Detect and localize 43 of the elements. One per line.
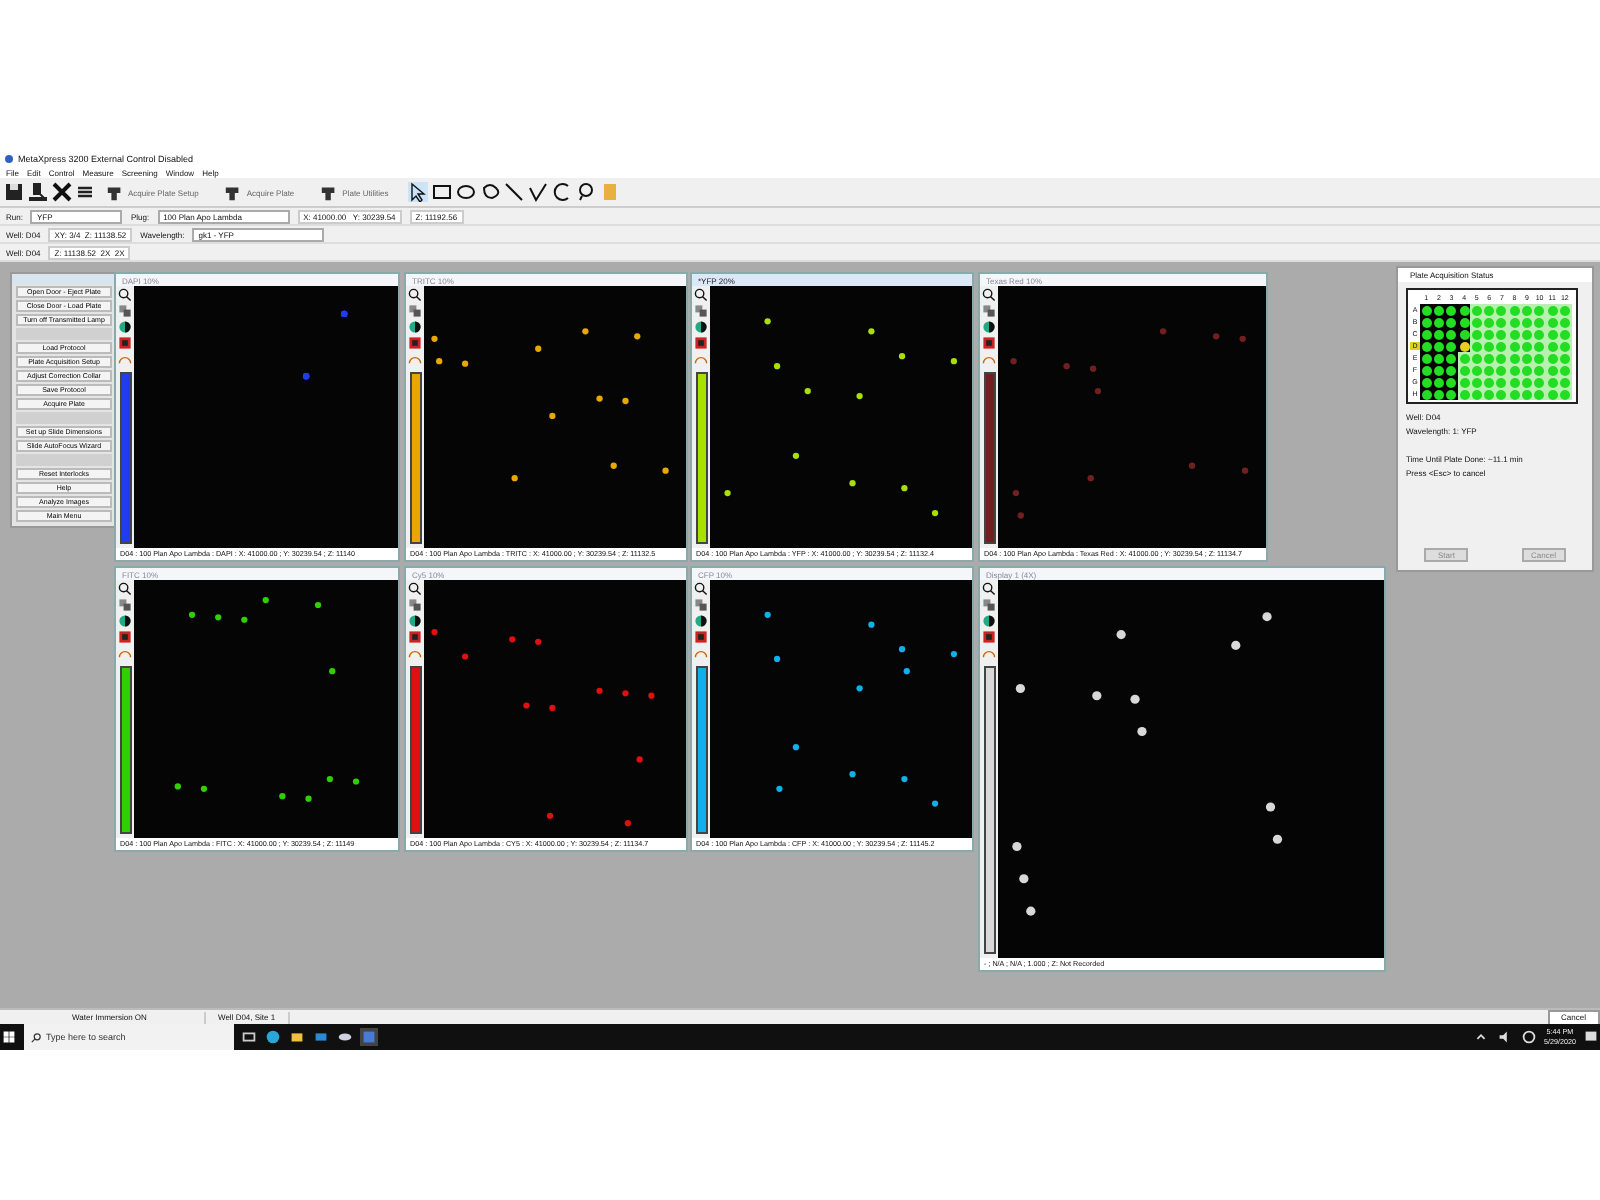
- notification-icon[interactable]: [1582, 1028, 1600, 1046]
- layers-icon[interactable]: [982, 304, 996, 318]
- app-icon: [4, 153, 14, 163]
- contrast-icon[interactable]: [982, 320, 996, 334]
- zoom-icon[interactable]: [118, 288, 132, 302]
- task-view-icon[interactable]: [240, 1028, 258, 1046]
- contrast-icon[interactable]: [694, 614, 708, 628]
- zoom-icon[interactable]: [982, 582, 996, 596]
- contrast-icon[interactable]: [982, 614, 996, 628]
- contrast-icon[interactable]: [408, 614, 422, 628]
- contrast-icon[interactable]: [118, 614, 132, 628]
- arc-icon[interactable]: [552, 182, 573, 202]
- layers-icon[interactable]: [118, 598, 132, 612]
- layers-icon[interactable]: [118, 304, 132, 318]
- zoom-icon[interactable]: [694, 288, 708, 302]
- lasso-icon[interactable]: [576, 182, 597, 202]
- folder-icon[interactable]: [288, 1028, 306, 1046]
- search-icon[interactable]: [30, 1031, 42, 1043]
- zoom-icon[interactable]: [118, 582, 132, 596]
- pointer-icon[interactable]: [408, 182, 429, 202]
- network-icon[interactable]: [1520, 1028, 1538, 1046]
- browser-icon[interactable]: [264, 1028, 282, 1046]
- layers-icon[interactable]: [694, 304, 708, 318]
- rectangle-icon[interactable]: [432, 182, 453, 202]
- zoom-icon[interactable]: [982, 288, 996, 302]
- layers-icon[interactable]: [408, 598, 422, 612]
- ellipse-icon[interactable]: [456, 182, 477, 202]
- line-icon[interactable]: [504, 182, 525, 202]
- mail-icon[interactable]: [312, 1028, 330, 1046]
- layers-icon[interactable]: [694, 598, 708, 612]
- layers-icon[interactable]: [982, 598, 996, 612]
- windows-logo-icon[interactable]: [0, 1028, 18, 1046]
- polyline-icon[interactable]: [528, 182, 549, 202]
- zoom-icon[interactable]: [408, 582, 422, 596]
- freehand-icon[interactable]: [480, 182, 501, 202]
- contrast-icon[interactable]: [118, 320, 132, 334]
- save-icon[interactable]: [4, 182, 24, 202]
- zoom-icon[interactable]: [694, 582, 708, 596]
- zoom-icon[interactable]: [408, 288, 422, 302]
- contrast-icon[interactable]: [694, 320, 708, 334]
- contrast-icon[interactable]: [408, 320, 422, 334]
- close-icon[interactable]: [52, 182, 72, 202]
- layers-icon[interactable]: [408, 304, 422, 318]
